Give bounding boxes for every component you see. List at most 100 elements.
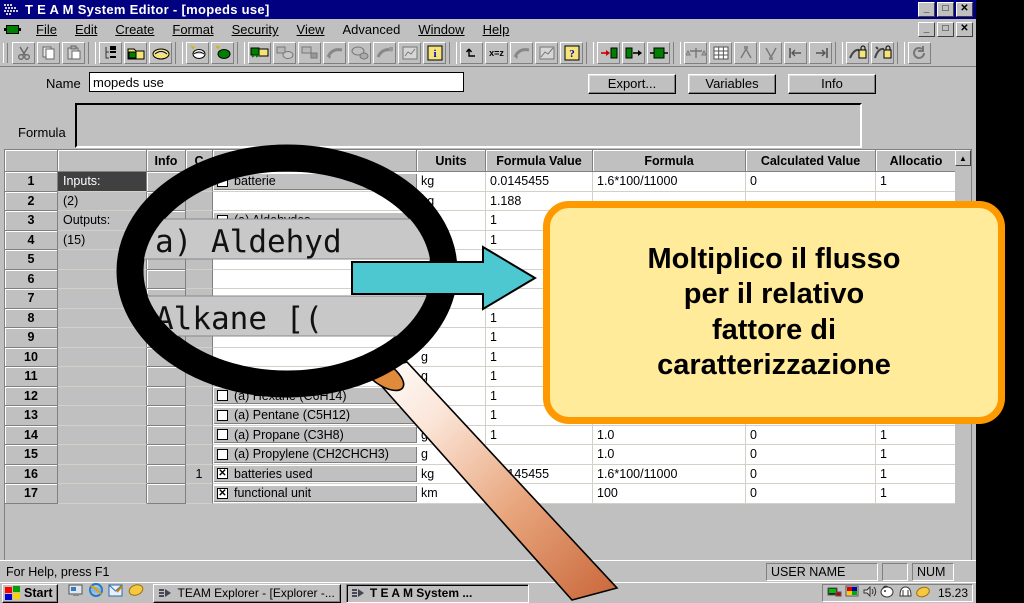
row-calculated-value[interactable]: 0	[746, 172, 876, 192]
row-calculated-value[interactable]: 0	[746, 425, 876, 445]
checkbox-icon[interactable]	[217, 429, 228, 441]
open-folder-green-icon[interactable]	[124, 42, 147, 64]
row-number[interactable]: 9	[5, 328, 58, 348]
row-group[interactable]	[58, 269, 147, 289]
row-units[interactable]	[417, 406, 486, 426]
display-icon[interactable]	[845, 585, 860, 601]
row-count[interactable]	[186, 386, 213, 406]
row-units[interactable]: g	[417, 425, 486, 445]
row-flow[interactable]: (a) Hexane (C6H14)	[213, 386, 417, 406]
row-info[interactable]	[147, 328, 186, 348]
menu-item-view[interactable]: View	[288, 21, 334, 38]
row-flow[interactable]: (a) Alkane [C]	[213, 230, 417, 250]
formula-input[interactable]	[75, 103, 862, 148]
menu-item-security[interactable]: Security	[223, 21, 288, 38]
row-count[interactable]	[186, 484, 213, 504]
paste-icon[interactable]	[62, 42, 85, 64]
row-group[interactable]	[58, 406, 147, 426]
grid-icon[interactable]	[709, 42, 732, 64]
tree-view-icon[interactable]	[99, 42, 122, 64]
menu-item-create[interactable]: Create	[106, 21, 163, 38]
row-number[interactable]: 12	[5, 386, 58, 406]
flow-cell[interactable]: batterie	[213, 172, 417, 190]
row-count[interactable]	[186, 328, 213, 348]
row-allocation[interactable]: 1	[876, 172, 957, 192]
split-down-icon[interactable]	[759, 42, 782, 64]
media-player-icon[interactable]	[128, 583, 144, 603]
checkbox-icon[interactable]	[217, 409, 228, 421]
row-number[interactable]: 2	[5, 191, 58, 211]
row-number[interactable]: 3	[5, 211, 58, 231]
export-button[interactable]: Export...	[588, 74, 676, 94]
row-units[interactable]	[417, 211, 486, 231]
row-info[interactable]	[147, 191, 186, 211]
row-flow[interactable]: batterie	[213, 172, 417, 192]
output-flow-icon[interactable]	[622, 42, 645, 64]
scroll-up-button[interactable]: ▲	[955, 150, 971, 166]
row-count[interactable]	[186, 347, 213, 367]
flow-cell[interactable]: (a) Propane (C3H8)	[213, 426, 417, 444]
row-formula-value[interactable]: 1	[486, 425, 593, 445]
tree-gray2-icon[interactable]	[373, 42, 396, 64]
row-units[interactable]: kg	[417, 172, 486, 192]
column-header-row-flow[interactable]	[213, 150, 417, 172]
row-flow[interactable]	[213, 328, 417, 348]
row-count[interactable]	[186, 211, 213, 231]
row-formula-value[interactable]: 0.0145455	[486, 464, 593, 484]
row-number[interactable]: 10	[5, 347, 58, 367]
row-group[interactable]	[58, 250, 147, 270]
tree-gray3-icon[interactable]	[510, 42, 533, 64]
folder-yellow-icon[interactable]	[149, 42, 172, 64]
row-info[interactable]	[147, 425, 186, 445]
xz-button[interactable]: x=z	[485, 42, 508, 64]
row-units[interactable]: km	[417, 484, 486, 504]
row-flow[interactable]: (a) Propane (C3H8)	[213, 425, 417, 445]
info-blue-icon[interactable]: i	[423, 42, 446, 64]
row-formula[interactable]: 1.0	[593, 425, 746, 445]
row-formula-value[interactable]: 0.0145455	[486, 172, 593, 192]
checkbox-checked-icon[interactable]: ✕	[217, 468, 228, 480]
flow-cell[interactable]: (a) Pentane (C5H12)	[213, 406, 417, 424]
row-group[interactable]: Outputs:	[58, 211, 147, 231]
row-flow[interactable]: ✕ functional unit	[213, 484, 417, 504]
row-group[interactable]	[58, 289, 147, 309]
checkbox-icon[interactable]	[217, 448, 228, 460]
flow-cell[interactable]: ✕ functional unit	[213, 484, 417, 502]
column-header-row-count[interactable]: C	[186, 150, 213, 172]
table-row[interactable]: 14 (a) Propane (C3H8) g 1 1.0 0 1	[5, 425, 971, 445]
row-number[interactable]: 4	[5, 230, 58, 250]
system-gray2-icon[interactable]	[298, 42, 321, 64]
document-icon[interactable]	[4, 23, 21, 36]
row-info[interactable]	[147, 347, 186, 367]
tray-misc1-icon[interactable]	[880, 585, 895, 601]
checkbox-icon[interactable]	[217, 175, 228, 187]
flow-cell[interactable]: (a) Alkane [C]	[213, 231, 417, 249]
row-number[interactable]: 8	[5, 308, 58, 328]
row-count[interactable]	[186, 191, 213, 211]
row-units[interactable]	[417, 308, 486, 328]
row-units[interactable]: g	[417, 347, 486, 367]
column-header-row-allocation[interactable]: Allocatio	[876, 150, 957, 172]
row-flow[interactable]: (a) Propylene (CH2CHCH3)	[213, 445, 417, 465]
row-group[interactable]	[58, 425, 147, 445]
minimize-button[interactable]: _	[918, 2, 935, 17]
menu-item-edit[interactable]: Edit	[66, 21, 106, 38]
row-count[interactable]: 1	[186, 464, 213, 484]
system-gray-icon[interactable]	[273, 42, 296, 64]
row-units[interactable]: g	[417, 367, 486, 387]
row-info[interactable]	[147, 289, 186, 309]
row-number[interactable]: 11	[5, 367, 58, 387]
column-header-row-calculated-value[interactable]: Calculated Value	[746, 150, 876, 172]
column-header-row-formula-value[interactable]: Formula Value	[486, 150, 593, 172]
row-formula-value[interactable]	[486, 445, 593, 465]
row-number[interactable]: 1	[5, 172, 58, 192]
row-calculated-value[interactable]: 0	[746, 445, 876, 465]
row-group[interactable]	[58, 328, 147, 348]
input-flow-icon[interactable]	[597, 42, 620, 64]
lock-in-icon[interactable]	[846, 42, 869, 64]
row-units[interactable]	[417, 386, 486, 406]
balance-icon[interactable]	[684, 42, 707, 64]
row-info[interactable]	[147, 367, 186, 387]
row-info[interactable]	[147, 172, 186, 192]
internet-explorer-icon[interactable]	[88, 583, 104, 603]
